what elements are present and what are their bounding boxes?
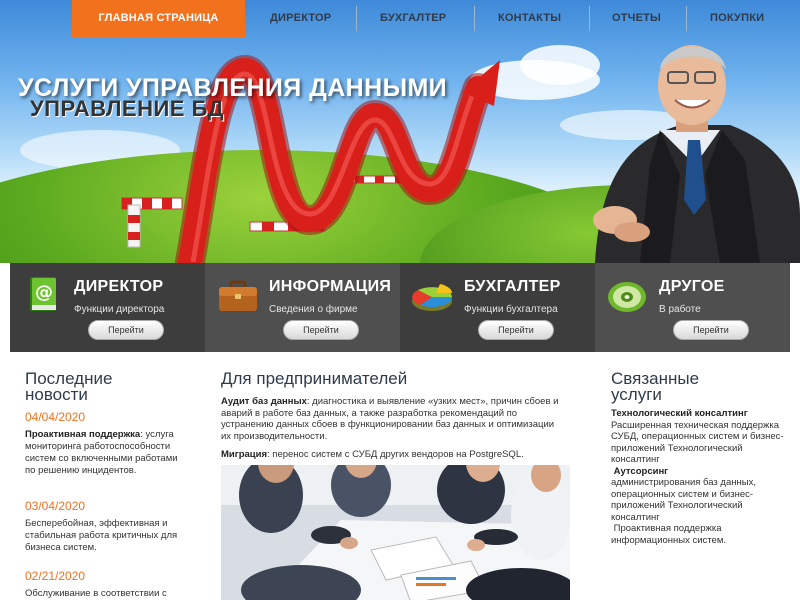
nav-item-director[interactable]: ДИРЕКТОР: [270, 0, 331, 37]
hero-subtitle: УПРАВЛЕНИЕ БД: [30, 96, 225, 121]
nav-separator: [589, 6, 590, 31]
go-button[interactable]: Перейти: [673, 320, 749, 340]
news-item-text: Обслуживание в соответствии с: [25, 588, 167, 599]
feature-title: БУХГАЛТЕР: [464, 278, 561, 295]
feature-desc: Функции бухгалтера: [464, 304, 558, 315]
feature-accountant: БУХГАЛТЕР Функции бухгалтера Перейти: [400, 263, 595, 352]
nav-separator: [356, 6, 357, 31]
feature-title: ДИРЕКТОР: [74, 278, 164, 295]
hero-graphics: [121, 45, 800, 263]
feature-title: ДРУГОЕ: [659, 278, 725, 295]
news-heading-line2: новости: [25, 385, 88, 404]
nav-item-purchases[interactable]: ПОКУПКИ: [710, 0, 764, 37]
related-text-2: администрирования баз данных, операционн…: [611, 477, 756, 523]
feature-desc: Сведения о фирме: [269, 304, 358, 315]
feature-info: ИНФОРМАЦИЯ Сведения о фирме Перейти: [205, 263, 400, 352]
news-item: Проактивная поддержка: услуга мониторинг…: [25, 429, 185, 477]
business-meeting-photo: [221, 465, 570, 600]
hero-banner: УСЛУГИ УПРАВЛЕНИЯ ДАННЫМИ УПРАВЛЕНИЕ БД: [0, 0, 800, 263]
go-button[interactable]: Перейти: [88, 320, 164, 340]
feature-desc: Функции директора: [74, 304, 165, 315]
feature-title: ИНФОРМАЦИЯ: [269, 278, 392, 295]
businessman-photo: [593, 45, 800, 263]
news-item-text: Бесперебойная, эффективная и стабильная …: [25, 518, 178, 553]
news-item: Обслуживание в соответствии с: [25, 588, 185, 600]
go-button[interactable]: Перейти: [283, 320, 359, 340]
nav-item-reports[interactable]: ОТЧЕТЫ: [612, 0, 661, 37]
news-date: 02/21/2020: [25, 569, 86, 583]
pie-chart-icon: [412, 284, 452, 311]
news-date: 03/04/2020: [25, 499, 86, 513]
migration-bold: Миграция: [221, 449, 268, 460]
feature-desc: В работе: [659, 304, 701, 315]
related-bold-1: Технологический консалтинг: [611, 408, 748, 419]
svg-text:@: @: [35, 282, 53, 303]
nav-item-home[interactable]: ГЛАВНАЯ СТРАНИЦА: [72, 0, 245, 37]
migration-paragraph: Миграция: перенос систем с СУБД других в…: [221, 449, 566, 461]
migration-text: : перенос систем с СУБД других вендоров …: [267, 449, 524, 460]
go-button[interactable]: Перейти: [478, 320, 554, 340]
related-services-text: Технологический консалтинг Расширенная т…: [611, 408, 791, 546]
disc-icon: [608, 282, 646, 312]
audit-paragraph: Аудит баз данных: диагностика и выявлени…: [221, 396, 566, 442]
related-bold-2: Аутсорсинг: [613, 465, 669, 477]
fence-icon: [121, 175, 406, 248]
related-text-3: Проактивная поддержка информационных сис…: [611, 523, 726, 546]
news-item-bold: Проактивная поддержка: [25, 429, 141, 440]
top-navigation: ГЛАВНАЯ СТРАНИЦА ДИРЕКТОР БУХГАЛТЕР КОНТ…: [0, 0, 800, 37]
email-book-icon: @: [30, 277, 56, 311]
nav-item-accountant[interactable]: БУХГАЛТЕР: [380, 0, 446, 37]
related-heading-line2: услуги: [611, 385, 662, 404]
feature-director: @ ДИРЕКТОР Функции директора Перейти: [10, 263, 205, 352]
nav-item-contacts[interactable]: КОНТАКТЫ: [498, 0, 561, 37]
main-heading: Для предпринимателей: [221, 369, 408, 388]
feature-bar: @ ДИРЕКТОР Функции директора Перейти ИНФ…: [10, 263, 790, 352]
nav-separator: [474, 6, 475, 31]
audit-bold: Аудит баз данных: [221, 396, 307, 407]
news-item: Бесперебойная, эффективная и стабильная …: [25, 518, 185, 554]
briefcase-icon: [219, 280, 257, 311]
related-text-1: Расширенная техническая поддержка СУБД, …: [611, 419, 784, 466]
nav-separator: [686, 6, 687, 31]
news-date: 04/04/2020: [25, 410, 86, 424]
feature-other: ДРУГОЕ В работе Перейти: [595, 263, 790, 352]
